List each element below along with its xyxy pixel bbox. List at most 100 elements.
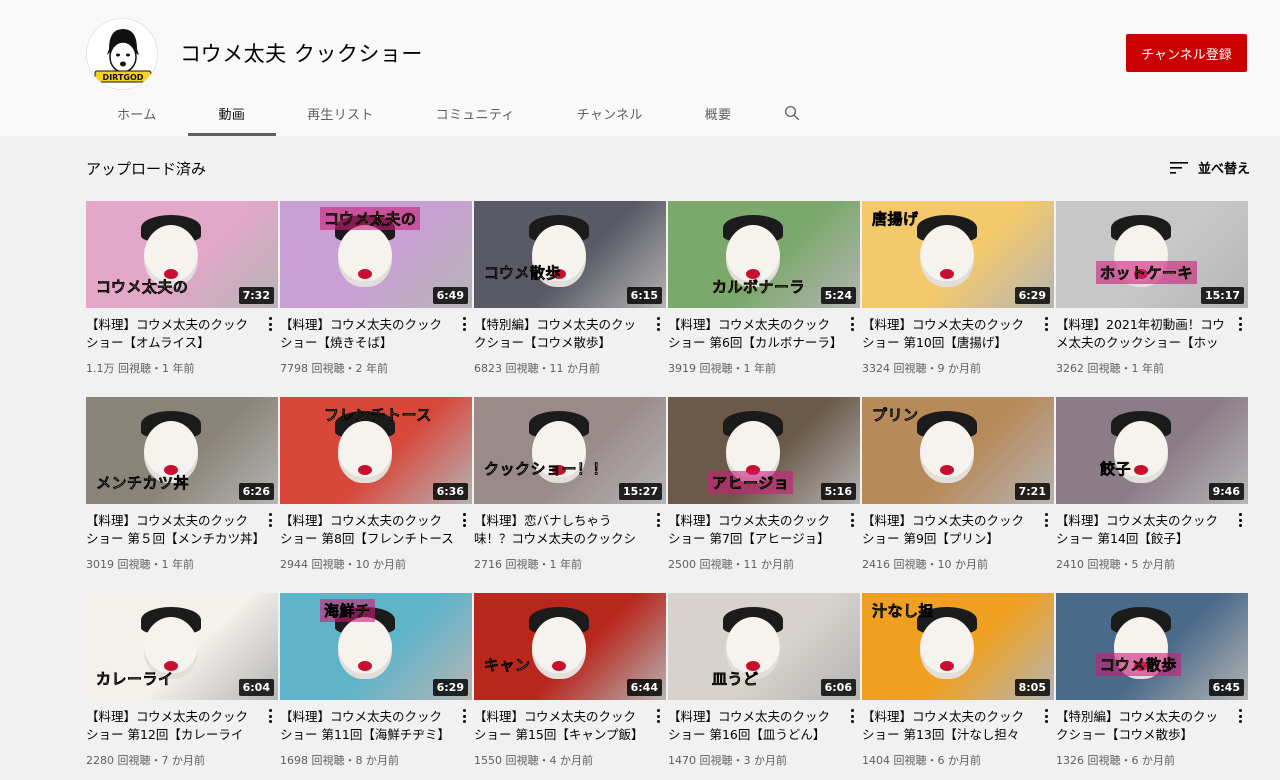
video-meta: 2944 回視聴・10 か月前 [280, 558, 406, 571]
video-meta: 1698 回視聴・8 か月前 [280, 754, 399, 767]
video-thumbnail[interactable]: カレーライ 6:04 [86, 593, 278, 700]
video-thumbnail[interactable]: プリン 7:21 [862, 397, 1054, 504]
video-card[interactable]: 海鮮チ 6:29 【料理】コウメ太夫のクックショー 第11回【海鮮チヂミ】 16… [280, 593, 472, 768]
tab-channels[interactable]: チャンネル [546, 90, 674, 136]
video-thumbnail[interactable]: 海鮮チ 6:29 [280, 593, 472, 700]
channel-search-button[interactable] [762, 90, 822, 136]
video-card[interactable]: プリン 7:21 【料理】コウメ太夫のクックショー 第9回【プリン】 2416 … [862, 397, 1054, 572]
video-card[interactable]: 皿うど 6:06 【料理】コウメ太夫のクックショー 第16回【皿うどん】 147… [668, 593, 860, 768]
video-title[interactable]: 【料理】コウメ太夫のクックショー 第14回【餃子】 [1056, 512, 1248, 548]
more-actions-icon[interactable] [1234, 315, 1246, 333]
video-title[interactable]: 【料理】コウメ太夫のクックショー【焼きそば】 [280, 316, 472, 352]
video-card[interactable]: カルボナーラ 5:24 【料理】コウメ太夫のクックショー 第6回【カルボナーラ】… [668, 201, 860, 376]
video-meta: 1550 回視聴・4 か月前 [474, 754, 593, 767]
video-title[interactable]: 【料理】2021年初動画！コウメ太夫のクックショー【ホットケーキ】 [1056, 316, 1248, 352]
video-thumbnail[interactable]: カルボナーラ 5:24 [668, 201, 860, 308]
video-thumbnail[interactable]: コウメ太夫の 6:49 [280, 201, 472, 308]
video-thumbnail[interactable]: 唐揚げ 6:29 [862, 201, 1054, 308]
video-meta: 2416 回視聴・10 か月前 [862, 558, 988, 571]
more-actions-icon[interactable] [458, 315, 470, 333]
video-title[interactable]: 【料理】コウメ太夫のクックショー【オムライス】 [86, 316, 278, 352]
more-actions-icon[interactable] [264, 511, 276, 529]
more-actions-icon[interactable] [264, 707, 276, 725]
video-card[interactable]: コウメ太夫の 7:32 【料理】コウメ太夫のクックショー【オムライス】 1.1万… [86, 201, 278, 376]
thumbnail-mouth [1134, 465, 1148, 475]
thumbnail-caption: カレーライ [96, 670, 174, 689]
thumbnail-caption: アヒージョ [708, 471, 794, 494]
video-card[interactable]: コウメ太夫の 6:49 【料理】コウメ太夫のクックショー【焼きそば】 7798 … [280, 201, 472, 376]
more-actions-icon[interactable] [458, 511, 470, 529]
tab-about[interactable]: 概要 [674, 90, 763, 136]
more-actions-icon[interactable] [652, 707, 664, 725]
video-thumbnail[interactable]: コウメ太夫の 7:32 [86, 201, 278, 308]
video-thumbnail[interactable]: メンチカツ丼 6:26 [86, 397, 278, 504]
video-title[interactable]: 【料理】コウメ太夫のクックショー 第11回【海鮮チヂミ】 [280, 708, 472, 744]
sort-button[interactable]: 並べ替え [1170, 158, 1250, 177]
video-title[interactable]: 【料理】コウメ太夫のクックショー 第7回【アヒージョ】 [668, 512, 860, 548]
video-card[interactable]: カレーライ 6:04 【料理】コウメ太夫のクックショー 第12回【カレーライス】… [86, 593, 278, 768]
video-thumbnail[interactable]: 汁なし担 8:05 [862, 593, 1054, 700]
more-actions-icon[interactable] [1040, 511, 1052, 529]
video-thumbnail[interactable]: ホットケーキ 15:17 [1056, 201, 1248, 308]
channel-avatar[interactable]: DIRTGOD [86, 18, 158, 90]
thumbnail-caption: 海鮮チ [320, 599, 375, 622]
sort-label: 並べ替え [1198, 162, 1251, 177]
more-actions-icon[interactable] [458, 707, 470, 725]
video-title[interactable]: 【料理】コウメ太夫のクックショー 第13回【汁なし担々麺】 [862, 708, 1054, 744]
video-title[interactable]: 【料理】コウメ太夫のクックショー 第５回【メンチカツ丼】 [86, 512, 278, 548]
video-title[interactable]: 【特別編】コウメ太夫のクックショー【コウメ散歩】 [1056, 708, 1248, 744]
more-actions-icon[interactable] [1040, 707, 1052, 725]
tab-home[interactable]: ホーム [86, 90, 188, 136]
video-card[interactable]: 餃子 9:46 【料理】コウメ太夫のクックショー 第14回【餃子】 2410 回… [1056, 397, 1248, 572]
video-title[interactable]: 【料理】コウメ太夫のクックショー 第6回【カルボナーラ】 [668, 316, 860, 352]
tab-playlists[interactable]: 再生リスト [276, 90, 405, 136]
video-title[interactable]: 【料理】コウメ太夫のクックショー 第12回【カレーライス】 [86, 708, 278, 744]
video-meta: 2280 回視聴・7 か月前 [86, 754, 205, 767]
more-actions-icon[interactable] [264, 315, 276, 333]
thumbnail-caption: キャン [484, 656, 531, 675]
video-card[interactable]: コウメ散歩 6:45 【特別編】コウメ太夫のクックショー【コウメ散歩】 1326… [1056, 593, 1248, 768]
subscribe-button[interactable]: チャンネル登録 [1126, 34, 1247, 72]
tab-videos[interactable]: 動画 [187, 90, 277, 136]
video-card[interactable]: アヒージョ 5:16 【料理】コウメ太夫のクックショー 第7回【アヒージョ】 2… [668, 397, 860, 572]
video-thumbnail[interactable]: キャン 6:44 [474, 593, 666, 700]
video-duration: 6:44 [626, 679, 662, 696]
more-actions-icon[interactable] [652, 315, 664, 333]
video-title[interactable]: 【特別編】コウメ太夫のクックショー【コウメ散歩】 [474, 316, 666, 352]
video-thumbnail[interactable]: フレンチトース 6:36 [280, 397, 472, 504]
thumbnail-caption: 唐揚げ [872, 210, 919, 229]
more-actions-icon[interactable] [1234, 707, 1246, 725]
video-card[interactable]: コウメ散歩 6:15 【特別編】コウメ太夫のクックショー【コウメ散歩】 6823… [474, 201, 666, 376]
more-actions-icon[interactable] [846, 707, 858, 725]
video-title[interactable]: 【料理】恋バナしちゃう味！？コウメ太夫のクックショー【ナポリタン】 [474, 512, 666, 548]
video-title[interactable]: 【料理】コウメ太夫のクックショー 第10回【唐揚げ】 [862, 316, 1054, 352]
video-thumbnail[interactable]: コウメ散歩 6:15 [474, 201, 666, 308]
video-thumbnail[interactable]: コウメ散歩 6:45 [1056, 593, 1248, 700]
video-card[interactable]: キャン 6:44 【料理】コウメ太夫のクックショー 第15回【キャンプ飯】 15… [474, 593, 666, 768]
thumbnail-mouth [358, 465, 372, 475]
video-thumbnail[interactable]: 餃子 9:46 [1056, 397, 1248, 504]
video-thumbnail[interactable]: クックショー！！ 15:27 [474, 397, 666, 504]
video-meta: 3919 回視聴・1 年前 [668, 362, 776, 375]
video-title[interactable]: 【料理】コウメ太夫のクックショー 第15回【キャンプ飯】 [474, 708, 666, 744]
more-actions-icon[interactable] [1234, 511, 1246, 529]
video-card[interactable]: ホットケーキ 15:17 【料理】2021年初動画！コウメ太夫のクックショー【ホ… [1056, 201, 1248, 376]
video-card[interactable]: メンチカツ丼 6:26 【料理】コウメ太夫のクックショー 第５回【メンチカツ丼】… [86, 397, 278, 572]
video-thumbnail[interactable]: アヒージョ 5:16 [668, 397, 860, 504]
video-duration: 6:36 [432, 483, 468, 500]
video-title[interactable]: 【料理】コウメ太夫のクックショー 第16回【皿うどん】 [668, 708, 860, 744]
more-actions-icon[interactable] [652, 511, 664, 529]
more-actions-icon[interactable] [846, 315, 858, 333]
more-actions-icon[interactable] [1040, 315, 1052, 333]
video-title[interactable]: 【料理】コウメ太夫のクックショー 第8回【フレンチトースト】 [280, 512, 472, 548]
video-card[interactable]: 汁なし担 8:05 【料理】コウメ太夫のクックショー 第13回【汁なし担々麺】 … [862, 593, 1054, 768]
tab-community[interactable]: コミュニティ [405, 90, 546, 136]
video-title[interactable]: 【料理】コウメ太夫のクックショー 第9回【プリン】 [862, 512, 1054, 548]
video-meta: 1.1万 回視聴・1 年前 [86, 362, 195, 375]
thumbnail-caption: 汁なし担 [872, 602, 935, 621]
video-card[interactable]: クックショー！！ 15:27 【料理】恋バナしちゃう味！？コウメ太夫のクックショ… [474, 397, 666, 572]
video-card[interactable]: 唐揚げ 6:29 【料理】コウメ太夫のクックショー 第10回【唐揚げ】 3324… [862, 201, 1054, 376]
video-thumbnail[interactable]: 皿うど 6:06 [668, 593, 860, 700]
video-card[interactable]: フレンチトース 6:36 【料理】コウメ太夫のクックショー 第8回【フレンチトー… [280, 397, 472, 572]
more-actions-icon[interactable] [846, 511, 858, 529]
